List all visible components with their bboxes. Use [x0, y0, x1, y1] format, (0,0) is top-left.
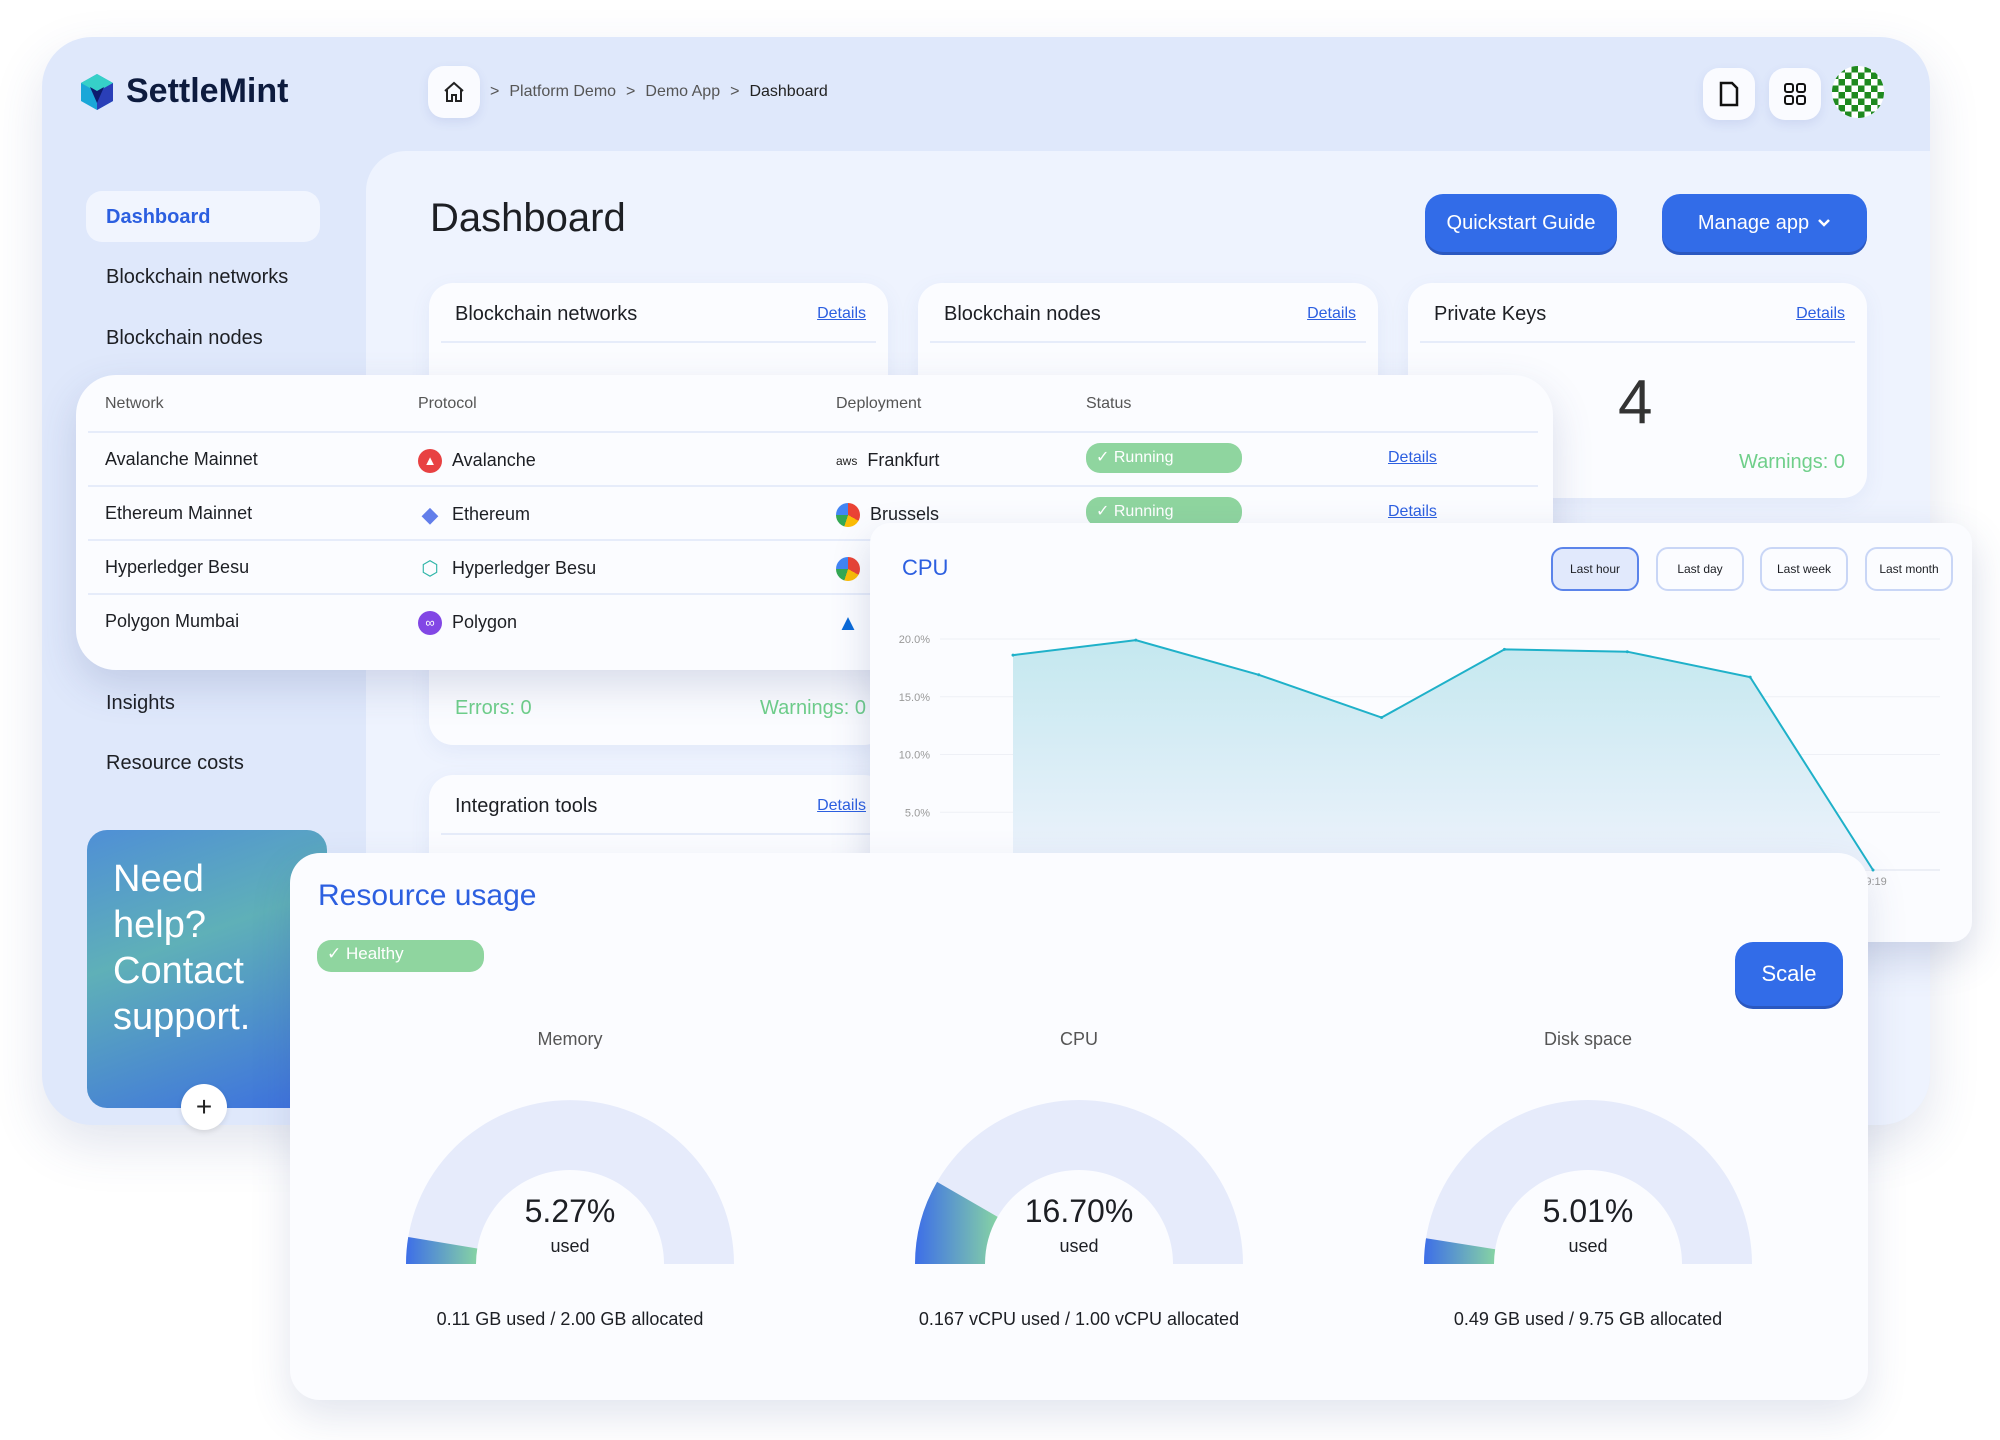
data-point — [1625, 650, 1629, 654]
sidebar-item-resource-costs[interactable]: Resource costs — [106, 752, 244, 775]
ethereum-icon: ◆ — [421, 502, 439, 527]
document-icon — [1719, 81, 1739, 107]
details-link[interactable]: Details — [817, 797, 866, 815]
data-point — [1748, 675, 1752, 679]
docs-button[interactable] — [1703, 68, 1755, 120]
breadcrumb-current: Dashboard — [749, 83, 828, 100]
gauge-used-label: used — [1568, 1236, 1608, 1256]
protocol-name: Hyperledger Besu — [452, 557, 597, 578]
column-header: Protocol — [418, 395, 477, 412]
brand-name: SettleMint — [126, 72, 289, 110]
sidebar-item-dashboard[interactable]: Dashboard — [86, 191, 320, 242]
gauge-allocation: 0.167 vCPU used / 1.00 vCPU allocated — [918, 1309, 1240, 1329]
cpu-area — [1013, 640, 1873, 870]
sidebar-item-insights[interactable]: Insights — [106, 692, 175, 715]
private-keys-count: 4 — [1618, 368, 1653, 437]
hyperledger-icon: ⬡ — [421, 558, 439, 580]
deployment-region: Brussels — [870, 503, 940, 524]
quickstart-button[interactable]: Quickstart Guide — [1425, 194, 1617, 252]
card-title: Blockchain networks — [455, 303, 638, 325]
breadcrumb: > Platform Demo > Demo App > Dashboard — [428, 66, 828, 118]
network-name: Avalanche Mainnet — [105, 449, 258, 469]
page-title: Dashboard — [430, 196, 626, 240]
gauge-percent: 5.27% — [524, 1193, 616, 1229]
manage-app-label: Manage app — [1697, 211, 1810, 234]
chevron-down-icon — [1818, 219, 1830, 227]
gauge-label: Disk space — [1543, 1029, 1633, 1049]
manage-app-button[interactable]: Manage app — [1662, 194, 1867, 252]
deployment-region: Frankfurt — [867, 449, 940, 470]
data-point — [1502, 647, 1506, 651]
settlemint-logo-icon — [81, 73, 113, 110]
card-title: Private Keys — [1434, 303, 1547, 325]
gauge-used-label: used — [550, 1236, 590, 1256]
protocol-name: Ethereum — [452, 503, 531, 524]
resource-usage-card: Resource usage ✓ Healthy Scale Memory 5.… — [290, 853, 1868, 1400]
grid-icon — [1784, 83, 1806, 105]
y-tick-label: 10.0% — [899, 750, 930, 762]
y-tick-label: 15.0% — [899, 692, 930, 704]
breadcrumb-item[interactable]: Demo App — [645, 83, 720, 101]
gauge-percent: 5.01% — [1542, 1193, 1634, 1229]
sidebar-item-blockchain-nodes[interactable]: Blockchain nodes — [106, 327, 263, 350]
card-title: Blockchain nodes — [944, 303, 1101, 325]
gauge-allocation: 0.49 GB used / 9.75 GB allocated — [1453, 1309, 1723, 1329]
sidebar-item-blockchain-networks[interactable]: Blockchain networks — [106, 266, 288, 289]
gauge-allocation: 0.11 GB used / 2.00 GB allocated — [436, 1309, 704, 1329]
details-link[interactable]: Details — [1307, 305, 1356, 323]
azure-icon: ▲ — [837, 610, 859, 635]
home-icon — [444, 81, 464, 102]
y-tick-label: 5.0% — [905, 807, 930, 819]
errors-count: Errors: 0 — [455, 697, 532, 719]
plus-icon[interactable]: + — [181, 1084, 227, 1130]
column-header: Status — [1086, 395, 1132, 412]
data-point — [1380, 716, 1384, 720]
status-badge: ✓ Running — [1086, 443, 1242, 473]
google-cloud-icon — [836, 503, 860, 527]
logo[interactable]: SettleMint — [80, 72, 288, 111]
column-header: Deployment — [836, 395, 922, 412]
polygon-icon: ∞ — [418, 611, 442, 635]
avatar[interactable] — [1832, 66, 1884, 118]
data-point — [1871, 868, 1875, 872]
card-title: Integration tools — [455, 795, 598, 817]
data-point — [1011, 653, 1015, 657]
aws-icon: aws — [836, 454, 858, 468]
protocol-name: Avalanche — [452, 449, 536, 470]
gauge-used-label: used — [1059, 1236, 1099, 1256]
column-header: Network — [105, 395, 164, 412]
details-link[interactable]: Details — [1388, 449, 1437, 467]
network-name: Polygon Mumbai — [105, 611, 240, 631]
y-tick-label: 20.0% — [899, 634, 930, 646]
gauge-percent: 16.70% — [1024, 1193, 1134, 1229]
breadcrumb-item[interactable]: Platform Demo — [509, 83, 616, 101]
gauge-label: Memory — [537, 1029, 603, 1049]
warnings-count: Warnings: 0 — [1739, 451, 1845, 473]
data-point — [1257, 673, 1261, 677]
home-button[interactable] — [428, 66, 480, 118]
details-link[interactable]: Details — [817, 305, 866, 323]
network-name: Hyperledger Besu — [105, 557, 250, 577]
protocol-name: Polygon — [452, 611, 518, 632]
avalanche-icon: ▲ — [418, 449, 442, 473]
network-name: Ethereum Mainnet — [105, 503, 253, 523]
google-cloud-icon — [836, 557, 860, 581]
warnings-count: Warnings: 0 — [760, 697, 866, 719]
details-link[interactable]: Details — [1388, 503, 1437, 521]
gauge-label: CPU — [1059, 1029, 1099, 1049]
details-link[interactable]: Details — [1796, 305, 1845, 323]
apps-button[interactable] — [1769, 68, 1821, 120]
table-row[interactable]: Avalanche Mainnet ▲ Avalanche aws Frankfur… — [88, 431, 1538, 485]
data-point — [1134, 638, 1138, 642]
